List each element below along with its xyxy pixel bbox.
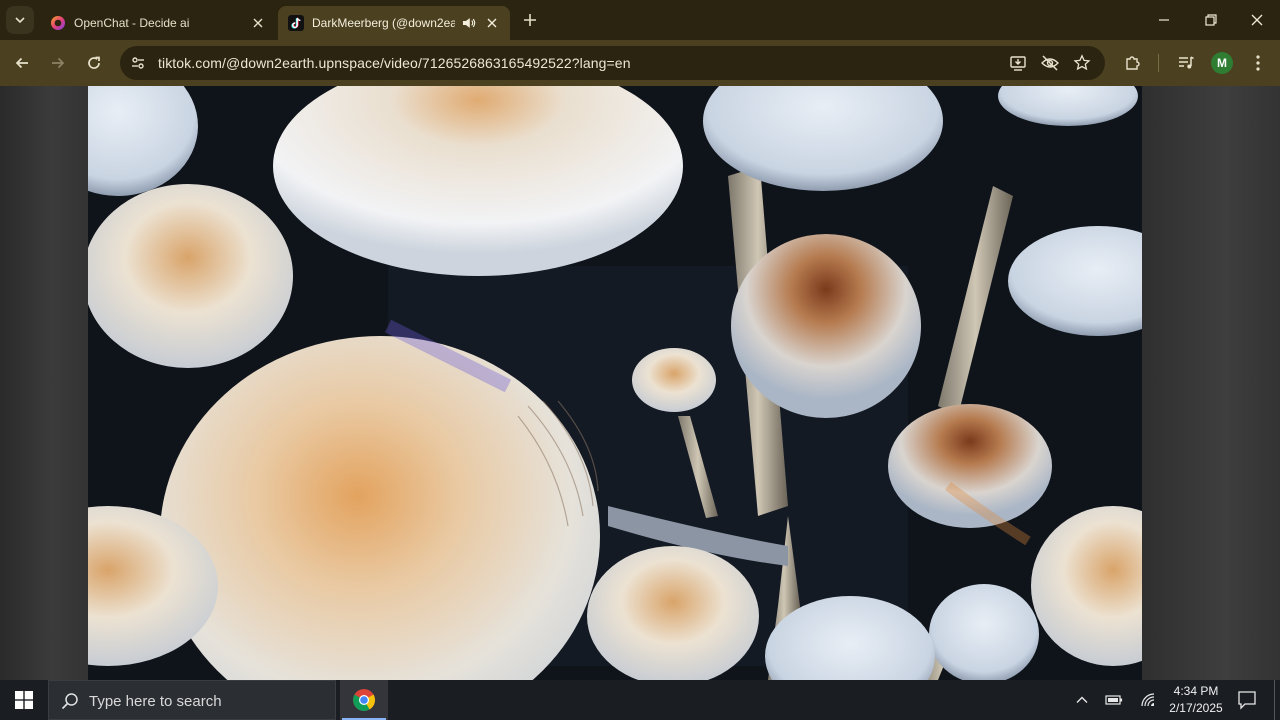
playlist-music-icon xyxy=(1179,56,1194,69)
address-bar[interactable]: tiktok.com/@down2earth.upnspace/video/71… xyxy=(120,46,1105,80)
extensions-button[interactable] xyxy=(1119,49,1147,77)
close-window-button[interactable] xyxy=(1234,0,1280,40)
tab-title: DarkMeerberg (@down2earth.upnspace) xyxy=(312,16,455,30)
openchat-logo-icon xyxy=(51,16,65,30)
media-control-button[interactable] xyxy=(1172,49,1200,77)
speaker-icon[interactable] xyxy=(461,15,477,31)
taskbar-search-box[interactable]: Type here to search xyxy=(48,680,336,720)
search-icon xyxy=(61,693,78,710)
restore-icon xyxy=(1205,14,1217,26)
windows-logo-icon xyxy=(15,691,33,709)
arrow-left-icon xyxy=(15,57,28,69)
minimize-icon xyxy=(1159,19,1169,21)
close-icon xyxy=(1251,14,1263,26)
chevron-down-icon xyxy=(15,17,25,24)
page-content xyxy=(0,86,1280,680)
reload-button[interactable] xyxy=(80,49,108,77)
battery-icon xyxy=(1105,695,1123,705)
tab-openchat[interactable]: OpenChat - Decide ai xyxy=(40,6,276,40)
taskbar-clock[interactable]: 4:34 PM 2/17/2025 xyxy=(1160,683,1232,717)
eye-off-icon xyxy=(1041,55,1059,71)
browser-menu-button[interactable] xyxy=(1244,49,1272,77)
minimize-button[interactable] xyxy=(1141,0,1187,40)
browser-toolbar: tiktok.com/@down2earth.upnspace/video/71… xyxy=(0,40,1280,86)
tab-search-button[interactable] xyxy=(6,6,34,34)
install-icon xyxy=(1010,56,1026,71)
start-button[interactable] xyxy=(0,680,48,720)
tab-close-button[interactable] xyxy=(250,15,266,31)
tune-icon xyxy=(132,57,144,69)
search-placeholder: Type here to search xyxy=(89,693,222,710)
show-hidden-icons-button[interactable] xyxy=(1072,690,1092,710)
taskbar-chrome-app[interactable] xyxy=(340,680,388,720)
profile-avatar[interactable]: M xyxy=(1211,52,1233,74)
bookmark-button[interactable] xyxy=(1070,51,1094,75)
url-text: tiktok.com/@down2earth.upnspace/video/71… xyxy=(158,55,631,71)
windows-taskbar: Type here to search 4:34 PM 2/17/2025 xyxy=(0,680,1280,720)
new-tab-button[interactable] xyxy=(518,8,542,32)
page-side-panel xyxy=(1142,86,1280,680)
clock-time: 4:34 PM xyxy=(1173,684,1219,698)
battery-tray-button[interactable] xyxy=(1104,690,1124,710)
show-desktop-button[interactable] xyxy=(1274,680,1275,720)
tab-close-button[interactable] xyxy=(484,15,500,31)
close-icon xyxy=(253,18,263,28)
network-tray-button[interactable] xyxy=(1138,690,1158,710)
restore-button[interactable] xyxy=(1188,0,1234,40)
toolbar-divider xyxy=(1158,54,1159,72)
chrome-logo-icon xyxy=(353,689,375,711)
plus-icon xyxy=(524,14,536,26)
video-player[interactable] xyxy=(88,86,1142,680)
tab-title: OpenChat - Decide ai xyxy=(74,16,190,30)
mushroom-video-frame xyxy=(88,86,1142,680)
star-icon xyxy=(1073,54,1091,71)
back-button[interactable] xyxy=(8,49,36,77)
forward-button[interactable] xyxy=(44,49,72,77)
arrow-right-icon xyxy=(52,57,65,69)
install-app-button[interactable] xyxy=(1006,51,1030,75)
more-vertical-icon xyxy=(1256,55,1260,71)
notification-center-icon[interactable] xyxy=(1236,689,1258,711)
tab-strip: OpenChat - Decide ai DarkMeerberg (@down… xyxy=(0,0,1280,40)
tracking-protection-button[interactable] xyxy=(1038,51,1062,75)
wifi-icon xyxy=(1141,693,1155,707)
puzzle-icon xyxy=(1126,56,1140,70)
clock-date: 2/17/2025 xyxy=(1169,701,1223,715)
tiktok-logo-icon xyxy=(288,15,304,31)
tab-tiktok[interactable]: DarkMeerberg (@down2earth.upnspace) xyxy=(278,6,510,40)
chevron-up-icon xyxy=(1076,696,1088,703)
site-info-button[interactable] xyxy=(126,51,150,75)
close-icon xyxy=(487,18,497,28)
reload-icon xyxy=(88,56,100,69)
